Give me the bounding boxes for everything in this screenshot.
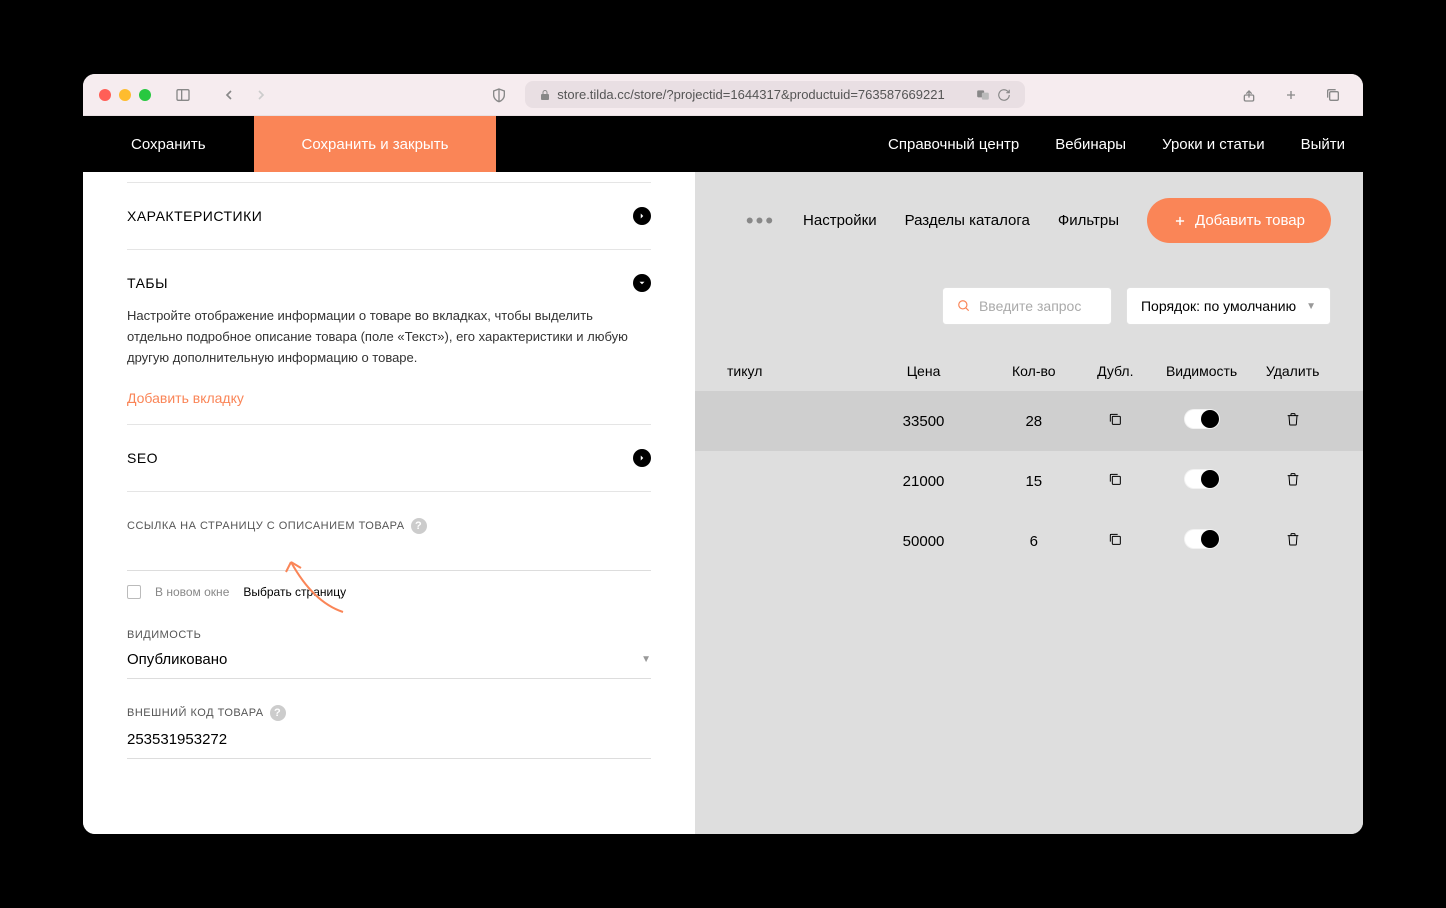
tabs-description: Настройте отображение информации о товар… [127,304,651,386]
visibility-select[interactable]: Опубликовано ▼ [127,641,651,679]
settings-link[interactable]: Настройки [803,212,877,229]
products-table: тикул Цена Кол-во Дубл. Видимость Удалит… [695,351,1363,571]
visibility-value: Опубликовано [127,651,227,668]
add-tab-link[interactable]: Добавить вкладку [127,386,244,424]
characteristics-section[interactable]: ХАРАКТЕРИСТИКИ [127,183,651,249]
webinars-link[interactable]: Вебинары [1037,116,1144,172]
more-icon[interactable]: ••• [746,208,775,234]
cell-price: 21000 [861,473,986,490]
new-tab-icon[interactable] [1277,81,1305,109]
save-button[interactable]: Сохранить [83,116,254,172]
translate-icon[interactable] [975,88,991,102]
seo-section[interactable]: SEO [127,425,651,491]
help-icon[interactable]: ? [270,705,286,721]
search-placeholder: Введите запрос [979,298,1081,314]
save-and-close-button[interactable]: Сохранить и закрыть [254,116,497,172]
order-select[interactable]: Порядок: по умолчанию ▼ [1126,287,1331,325]
external-code-label: ВНЕШНИЙ КОД ТОВАРА ? [127,679,651,721]
cell-qty: 6 [986,533,1082,550]
col-delete: Удалить [1254,363,1331,379]
tabs-icon[interactable] [1319,81,1347,109]
duplicate-icon[interactable] [1107,411,1123,427]
lessons-link[interactable]: Уроки и статьи [1144,116,1282,172]
table-row[interactable]: 50000 6 [695,511,1363,571]
delete-icon[interactable] [1285,411,1301,427]
col-article: тикул [727,363,861,379]
url-text: store.tilda.cc/store/?projectid=1644317&… [557,87,944,102]
delete-icon[interactable] [1285,471,1301,487]
logout-link[interactable]: Выйти [1283,116,1363,172]
add-product-button[interactable]: Добавить товар [1147,198,1331,243]
table-row[interactable]: 33500 28 [695,391,1363,451]
search-input[interactable]: Введите запрос [942,287,1112,325]
help-icon[interactable]: ? [411,518,427,534]
duplicate-icon[interactable] [1107,531,1123,547]
table-header: тикул Цена Кол-во Дубл. Видимость Удалит… [695,351,1363,391]
catalog-sections-link[interactable]: Разделы каталога [905,212,1030,229]
choose-page-link[interactable]: Выбрать страницу [243,585,346,599]
visibility-label: ВИДИМОСТЬ [127,599,651,641]
col-dup: Дубл. [1082,363,1149,379]
tabs-label: ТАБЫ [127,275,168,291]
delete-icon[interactable] [1285,531,1301,547]
filters-link[interactable]: Фильтры [1058,212,1119,229]
duplicate-icon[interactable] [1107,471,1123,487]
share-icon[interactable] [1235,81,1263,109]
window-controls [99,89,151,101]
edit-panel: ХАРАКТЕРИСТИКИ ТАБЫ Настройте отображени… [83,172,695,834]
back-button[interactable] [215,81,243,109]
titlebar: store.tilda.cc/store/?projectid=1644317&… [83,74,1363,116]
top-nav: Сохранить Сохранить и закрыть Справочный… [83,116,1363,172]
maximize-window[interactable] [139,89,151,101]
new-window-checkbox[interactable] [127,585,141,599]
cell-qty: 15 [986,473,1082,490]
shield-icon[interactable] [485,81,513,109]
seo-label: SEO [127,450,158,466]
help-center-link[interactable]: Справочный центр [870,116,1037,172]
col-price: Цена [861,363,986,379]
close-window[interactable] [99,89,111,101]
external-code-value: 253531953272 [127,721,651,759]
cell-qty: 28 [986,413,1082,430]
reload-icon[interactable] [997,88,1011,102]
product-link-label: ССЫЛКА НА СТРАНИЦУ С ОПИСАНИЕМ ТОВАРА ? [127,492,651,534]
product-link-input[interactable] [127,534,651,571]
sidebar-icon[interactable] [169,81,197,109]
arrow-right-icon [633,449,651,467]
cell-price: 50000 [861,533,986,550]
caret-down-icon: ▼ [641,654,651,665]
visibility-toggle[interactable] [1184,409,1220,429]
browser-window: store.tilda.cc/store/?projectid=1644317&… [83,74,1363,834]
catalog-area: ••• Настройки Разделы каталога Фильтры Д… [695,172,1363,834]
characteristics-label: ХАРАКТЕРИСТИКИ [127,208,262,224]
arrow-down-icon [633,274,651,292]
cell-price: 33500 [861,413,986,430]
tabs-section[interactable]: ТАБЫ [127,250,651,304]
col-qty: Кол-во [986,363,1082,379]
new-window-label: В новом окне [155,585,229,599]
minimize-window[interactable] [119,89,131,101]
arrow-right-icon [633,207,651,225]
visibility-toggle[interactable] [1184,529,1220,549]
col-visibility: Видимость [1149,363,1254,379]
forward-button[interactable] [247,81,275,109]
url-bar[interactable]: store.tilda.cc/store/?projectid=1644317&… [525,81,1024,108]
table-row[interactable]: 21000 15 [695,451,1363,511]
visibility-toggle[interactable] [1184,469,1220,489]
caret-down-icon: ▼ [1306,301,1316,312]
